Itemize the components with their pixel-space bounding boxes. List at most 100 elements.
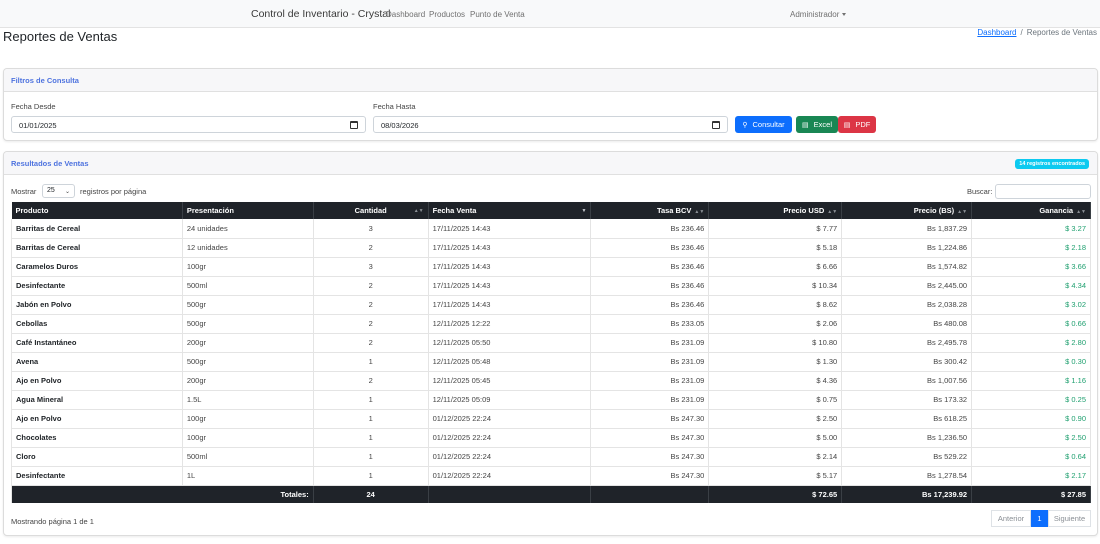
export-excel-button[interactable]: ▤ Excel	[796, 116, 838, 133]
cell-precio-usd: $ 5.00	[708, 428, 843, 448]
consult-button-label: Consultar	[752, 120, 785, 129]
cell-cantidad: 1	[313, 428, 429, 448]
column-header-tasa-bcv[interactable]: Tasa BCV ▲▼	[590, 202, 710, 219]
cell-precio-usd: $ 2.06	[708, 314, 843, 334]
breadcrumb-dashboard-link[interactable]: Dashboard	[977, 28, 1016, 37]
cell-precio-usd: $ 2.14	[708, 447, 843, 467]
consult-button[interactable]: ⚲ Consultar	[735, 116, 792, 133]
pagination-previous[interactable]: Anterior	[991, 510, 1031, 527]
export-pdf-button[interactable]: ▤ PDF	[838, 116, 876, 133]
user-menu[interactable]: Administrador	[790, 10, 847, 19]
cell-precio-usd: $ 6.66	[708, 257, 843, 277]
sort-icon: ▲▼	[1076, 209, 1086, 215]
cell-fecha-venta: 17/11/2025 14:43	[428, 295, 592, 315]
cell-cantidad: 1	[313, 447, 429, 467]
cell-presentacion: 500gr	[182, 314, 314, 334]
cell-cantidad: 2	[313, 314, 429, 334]
results-title: Resultados de Ventas	[11, 159, 89, 168]
chevron-down-icon: ⌄	[64, 189, 70, 195]
per-page-label: registros por página	[80, 187, 147, 196]
table-row: Barritas de Cereal 12 unidades 2 17/11/2025…	[11, 238, 1091, 258]
total-profit: $ 27.85	[971, 485, 1091, 503]
column-header-presentacion[interactable]: Presentación	[182, 202, 314, 219]
cell-producto: Barritas de Cereal	[11, 219, 183, 239]
calendar-icon[interactable]	[712, 121, 720, 129]
cell-precio-bs: Bs 1,007.56	[841, 371, 973, 391]
table-row: Ajo en Polvo 200gr 2 12/11/2025 05:45 Bs 231…	[11, 371, 1091, 391]
filters-title: Filtros de Consulta	[11, 76, 79, 85]
sort-icon: ▲▼	[694, 209, 705, 215]
excel-file-icon: ▤	[802, 121, 809, 129]
calendar-icon[interactable]	[350, 121, 358, 129]
cell-cantidad: 1	[313, 390, 429, 410]
nav-link-punto-de-venta[interactable]: Punto de Venta	[470, 10, 525, 19]
cell-presentacion: 1L	[182, 466, 314, 486]
caret-down-icon	[842, 13, 847, 17]
cell-presentacion: 1.5L	[182, 390, 314, 410]
page-size-select[interactable]: 25 ⌄	[42, 184, 75, 198]
column-header-producto[interactable]: Producto	[11, 202, 183, 219]
total-quantity: 24	[313, 485, 429, 503]
pagination-page-1[interactable]: 1	[1031, 510, 1048, 527]
breadcrumb-current: Reportes de Ventas	[1026, 28, 1097, 37]
table-body: Barritas de Cereal 24 unidades 3 17/11/2025…	[11, 219, 1091, 486]
cell-cantidad: 1	[313, 352, 429, 372]
column-header-cantidad[interactable]: Cantidad ▲▼	[313, 202, 429, 219]
cell-precio-usd: $ 5.17	[708, 466, 843, 486]
cell-tasa-bcv: Bs 236.46	[590, 219, 710, 239]
cell-presentacion: 200gr	[182, 333, 314, 353]
cell-cantidad: 2	[313, 276, 429, 296]
cell-precio-usd: $ 4.36	[708, 371, 843, 391]
table-row: Caramelos Duros 100gr 3 17/11/2025 14:43 Bs …	[11, 257, 1091, 277]
pagination-next[interactable]: Siguiente	[1048, 510, 1091, 527]
cell-precio-bs: Bs 1,574.82	[841, 257, 973, 277]
cell-presentacion: 500ml	[182, 447, 314, 467]
cell-producto: Barritas de Cereal	[11, 238, 183, 258]
cell-precio-bs: Bs 2,038.28	[841, 295, 973, 315]
from-date-input[interactable]: 01/01/2025	[11, 116, 366, 133]
column-header-ganancia[interactable]: Ganancia ▲▼	[971, 202, 1091, 219]
table-row: Ajo en Polvo 100gr 1 01/12/2025 22:24 Bs 247…	[11, 409, 1091, 429]
table-row: Agua Mineral 1.5L 1 12/11/2025 05:09 Bs 231.…	[11, 390, 1091, 410]
cell-ganancia: $ 0.64	[971, 447, 1091, 467]
cell-tasa-bcv: Bs 236.46	[590, 257, 710, 277]
cell-ganancia: $ 0.90	[971, 409, 1091, 429]
nav-link-dashboard[interactable]: Dashboard	[386, 10, 425, 19]
cell-tasa-bcv: Bs 231.09	[590, 371, 710, 391]
cell-presentacion: 24 unidades	[182, 219, 314, 239]
cell-precio-bs: Bs 1,837.29	[841, 219, 973, 239]
cell-tasa-bcv: Bs 233.05	[590, 314, 710, 334]
table-row: Desinfectante 1L 1 01/12/2025 22:24 Bs 247.3…	[11, 466, 1091, 486]
filters-card: Filtros de Consulta Fecha Desde 01/01/20…	[3, 68, 1098, 141]
cell-cantidad: 2	[313, 238, 429, 258]
page-title: Reportes de Ventas	[3, 29, 118, 44]
cell-producto: Ajo en Polvo	[11, 409, 183, 429]
cell-precio-usd: $ 7.77	[708, 219, 843, 239]
to-date-input[interactable]: 08/03/2026	[373, 116, 728, 133]
cell-fecha-venta: 01/12/2025 22:24	[428, 428, 592, 448]
cell-presentacion: 100gr	[182, 257, 314, 277]
column-header-precio-bs[interactable]: Precio (BS) ▲▼	[841, 202, 973, 219]
cell-producto: Avena	[11, 352, 183, 372]
cell-presentacion: 100gr	[182, 428, 314, 448]
cell-producto: Desinfectante	[11, 466, 183, 486]
page-info: Mostrando página 1 de 1	[11, 517, 94, 526]
cell-ganancia: $ 2.80	[971, 333, 1091, 353]
total-bs: Bs 17,239.92	[841, 485, 973, 503]
cell-tasa-bcv: Bs 231.09	[590, 333, 710, 353]
column-header-fecha-venta[interactable]: Fecha Venta ▼	[428, 202, 592, 219]
table-row: Barritas de Cereal 24 unidades 3 17/11/2025…	[11, 219, 1091, 239]
cell-precio-usd: $ 10.80	[708, 333, 843, 353]
cell-ganancia: $ 4.34	[971, 276, 1091, 296]
search-input[interactable]	[995, 184, 1091, 199]
cell-fecha-venta: 17/11/2025 14:43	[428, 219, 592, 239]
nav-link-productos[interactable]: Productos	[429, 10, 465, 19]
column-header-precio-usd[interactable]: Precio USD ▲▼	[708, 202, 843, 219]
cell-ganancia: $ 2.50	[971, 428, 1091, 448]
cell-ganancia: $ 0.30	[971, 352, 1091, 372]
cell-presentacion: 200gr	[182, 371, 314, 391]
cell-producto: Desinfectante	[11, 276, 183, 296]
totals-row: Totales: 24 $ 72.65 Bs 17,239.92 $ 27.85	[11, 485, 1091, 503]
brand[interactable]: Control de Inventario - Crystal	[251, 8, 390, 20]
cell-precio-bs: Bs 1,224.86	[841, 238, 973, 258]
